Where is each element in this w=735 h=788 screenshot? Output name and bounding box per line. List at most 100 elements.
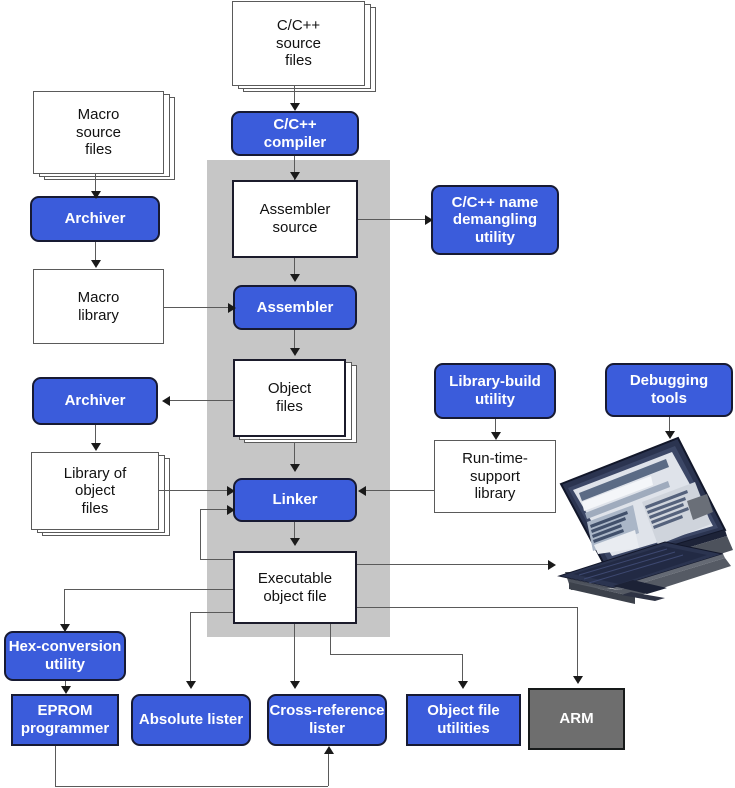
arrow-exec-to-abslister: [186, 681, 196, 689]
library-of-object-files-line-3: files: [81, 499, 109, 517]
arrow-asmsrc-to-assembler: [290, 274, 300, 282]
arrow-exec-to-objfileutil: [458, 681, 468, 689]
line-exec-to-objfileutil-v1: [330, 624, 331, 654]
cpp-source-files-line-2: source: [275, 34, 322, 52]
hex-conversion-line-1: Hex-conversion: [8, 638, 122, 656]
archiver-macro-label: Archiver: [64, 210, 126, 228]
cross-reference-lister-line-1: Cross-reference: [269, 702, 385, 720]
demangling-line-2: demangling: [452, 211, 538, 229]
object-file-utilities-line-1: Object file: [427, 702, 500, 720]
library-of-object-files-line-2: object: [74, 482, 116, 500]
arrow-exec-to-xref: [290, 681, 300, 689]
library-build-line-1: Library-build: [449, 373, 541, 391]
line-exec-to-laptop: [357, 564, 552, 565]
arrow-eprom-feedback-to-xref: [324, 746, 334, 754]
line-exec-to-arm-v: [577, 607, 578, 679]
library-build-line-2: utility: [475, 391, 515, 408]
debugging-tools-line-1: Debugging: [629, 372, 709, 390]
cross-reference-lister[interactable]: Cross-reference lister: [267, 694, 387, 746]
library-build-utility[interactable]: Library-build utility: [434, 363, 556, 419]
debug-target-laptop-illustration[interactable]: [535, 432, 735, 612]
arrow-archiver-object-to-library: [91, 443, 101, 451]
eprom-programmer-line-2: programmer: [20, 720, 110, 737]
object-files-line-2: files: [276, 398, 303, 415]
cross-reference-lister-line-2: lister: [309, 720, 345, 737]
macro-source-files[interactable]: Macro source files: [33, 91, 164, 174]
rts-line-3: library: [474, 485, 516, 503]
executable-object-file-line-2: object file: [263, 587, 327, 605]
line-exec-to-abslister-v: [190, 612, 191, 684]
line-macrolib-to-assembler: [164, 307, 231, 308]
arrow-archiver-to-macrolib: [91, 260, 101, 268]
line-exec-to-objfileutil-h: [330, 654, 462, 655]
arrow-objfiles-to-archiver-object: [162, 396, 170, 406]
cpp-compiler-line-1: C/C++: [273, 115, 317, 133]
debugging-tools-line-2: tools: [651, 390, 687, 407]
archiver-macro[interactable]: Archiver: [30, 196, 160, 242]
line-objfiles-to-archiver-object: [166, 400, 234, 401]
eprom-programmer[interactable]: EPROM programmer: [11, 694, 119, 746]
line-eprom-feedback-v1: [55, 746, 56, 786]
arrow-hex-to-eprom: [61, 686, 71, 694]
arrow-linker-to-exec: [290, 538, 300, 546]
archiver-object[interactable]: Archiver: [32, 377, 158, 425]
arrow-libobj-to-linker: [227, 486, 235, 496]
archiver-object-label: Archiver: [64, 392, 126, 410]
line-exec-to-hex-h: [64, 589, 234, 590]
arrow-compiler-to-asmsrc: [290, 172, 300, 180]
diagram-canvas: C/C++ source files C/C++ compiler Macro …: [0, 0, 735, 788]
object-files-line-1: Object: [267, 380, 312, 398]
line-exec-to-objfileutil-v2: [462, 654, 463, 684]
arrow-exec-to-arm: [573, 676, 583, 684]
demangling-line-1: C/C++ name: [451, 193, 539, 211]
hex-conversion-line-2: utility: [45, 656, 85, 673]
line-exec-to-abslister-h: [190, 612, 234, 613]
debugging-tools[interactable]: Debugging tools: [605, 363, 733, 417]
cpp-compiler[interactable]: C/C++ compiler: [231, 111, 359, 156]
macro-source-files-line-1: Macro: [77, 106, 120, 124]
arrow-macrolib-to-assembler: [228, 303, 236, 313]
macro-library-line-1: Macro: [77, 288, 120, 306]
absolute-lister[interactable]: Absolute lister: [131, 694, 251, 746]
arrow-assembler-to-objfiles: [290, 348, 300, 356]
library-of-object-files[interactable]: Library of object files: [31, 452, 159, 530]
executable-object-file-line-1: Executable: [257, 569, 333, 587]
line-exec-to-hex-v: [64, 589, 65, 629]
executable-object-file[interactable]: Executable object file: [233, 551, 357, 624]
line-eprom-feedback-h: [55, 786, 328, 787]
macro-source-files-line-2: source: [75, 123, 122, 141]
assembler-label: Assembler: [256, 298, 334, 316]
line-asmsrc-to-demangling: [358, 219, 429, 220]
arrow-librarybuild-to-rts: [491, 432, 501, 440]
macro-source-files-line-3: files: [85, 141, 112, 159]
cpp-compiler-line-2: compiler: [263, 133, 327, 151]
object-file-utilities[interactable]: Object file utilities: [406, 694, 521, 746]
macro-library[interactable]: Macro library: [33, 269, 164, 344]
demangling-line-3: utility: [475, 228, 515, 246]
cpp-source-files-line-1: C/C++: [276, 17, 321, 35]
cpp-source-files-line-3: files: [285, 52, 312, 70]
object-files[interactable]: Object files: [233, 359, 346, 437]
assembler-source-line-2: source: [272, 219, 318, 236]
arrow-rts-to-linker: [358, 486, 366, 496]
rts-line-2: support: [469, 467, 521, 485]
linker-label: Linker: [272, 491, 318, 509]
assembler[interactable]: Assembler: [233, 285, 357, 330]
linker[interactable]: Linker: [233, 478, 357, 522]
line-rts-to-linker: [364, 490, 434, 491]
cpp-source-files[interactable]: C/C++ source files: [232, 1, 365, 86]
arrow-objfiles-to-linker: [290, 464, 300, 472]
object-file-utilities-line-2: utilities: [437, 720, 490, 737]
arm-label: ARM: [559, 710, 594, 728]
line-libobj-to-linker: [159, 490, 231, 491]
eprom-programmer-line-1: EPROM: [37, 702, 93, 720]
cpp-name-demangling-utility[interactable]: C/C++ name demangling utility: [431, 185, 559, 255]
line-eprom-feedback-v2: [328, 752, 329, 786]
arrow-exec-to-hex: [60, 624, 70, 632]
absolute-lister-label: Absolute lister: [138, 711, 244, 729]
line-exec-feedback-v: [200, 509, 201, 559]
hex-conversion-utility[interactable]: Hex-conversion utility: [4, 631, 126, 681]
arrow-asmsrc-to-demangling: [425, 215, 433, 225]
assembler-source[interactable]: Assembler source: [232, 180, 358, 258]
arm-target[interactable]: ARM: [528, 688, 625, 750]
